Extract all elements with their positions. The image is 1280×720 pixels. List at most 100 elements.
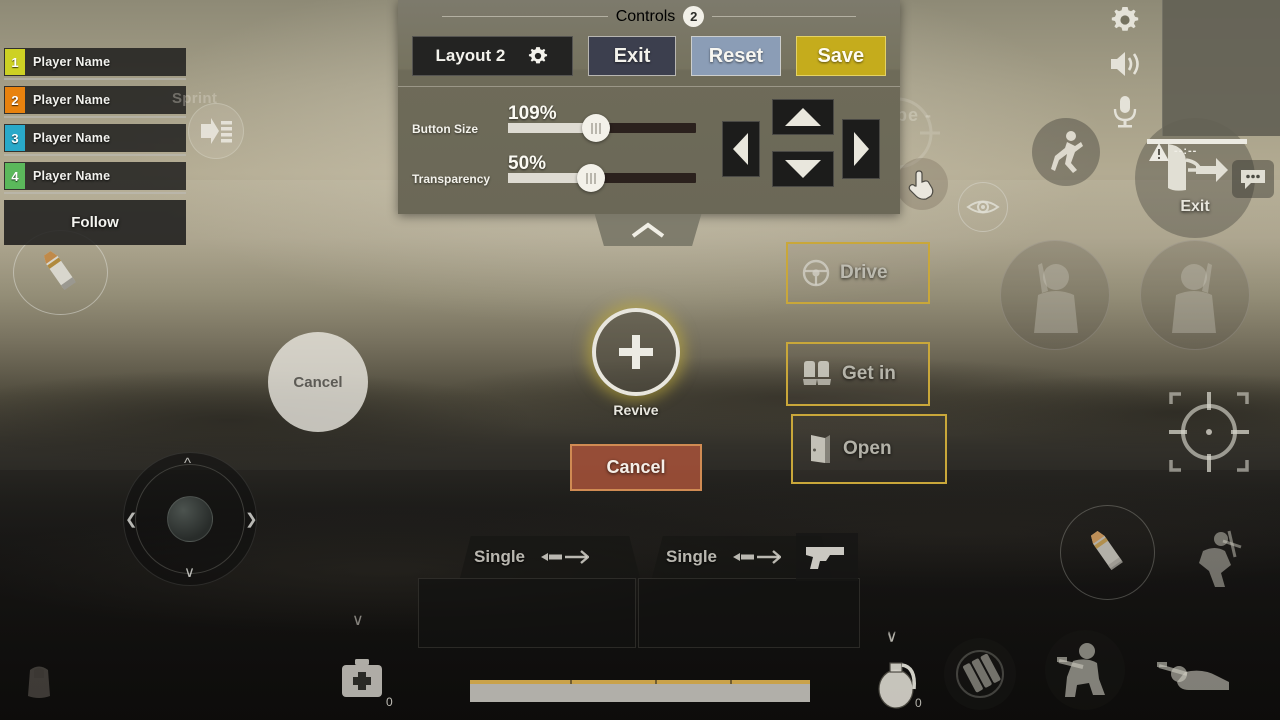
panel-collapse-handle[interactable]	[594, 214, 702, 246]
move-right-button[interactable]	[842, 119, 880, 179]
move-down-button[interactable]	[772, 151, 834, 187]
weapon-slot-chevron-icon: ∨	[886, 628, 898, 645]
team-member-row[interactable]: 2 Player Name	[4, 86, 186, 118]
peek-left-button[interactable]	[1000, 240, 1110, 350]
revive-button[interactable]	[592, 308, 680, 396]
header-rule-left	[441, 16, 608, 17]
joystick-knob[interactable]	[167, 496, 213, 542]
crouch-button[interactable]	[1045, 630, 1125, 710]
triangle-right-icon	[854, 132, 869, 166]
panel-divider	[398, 86, 900, 87]
button-size-slider-knob[interactable]	[582, 114, 611, 142]
microphone-button[interactable]	[1110, 94, 1140, 128]
team-member-name: Player Name	[33, 55, 111, 69]
revive-group: Revive	[590, 308, 682, 418]
team-member-number: 4	[5, 163, 25, 189]
get-in-label: Get in	[842, 363, 896, 384]
prone-icon	[1157, 662, 1229, 690]
bullet-arrow-icon	[733, 550, 782, 564]
transparency-label: Transparency	[412, 172, 491, 186]
movement-joystick[interactable]: ^ ❮ ❯ ∨	[123, 452, 258, 586]
open-button[interactable]: Open	[791, 414, 947, 484]
peek-eye-button[interactable]	[958, 182, 1008, 232]
team-member-name: Player Name	[33, 93, 111, 107]
steering-wheel-icon	[802, 259, 830, 287]
pistol-icon	[806, 547, 844, 569]
drive-button[interactable]: Drive	[786, 242, 930, 304]
exit-label: Exit	[613, 44, 651, 67]
cancel-button-label: Cancel	[606, 457, 666, 477]
button-size-slider[interactable]	[508, 114, 696, 142]
grenade-count: 0	[915, 696, 922, 710]
save-button[interactable]: Save	[795, 36, 887, 76]
move-left-button[interactable]	[722, 121, 760, 177]
transparency-value: 50%	[508, 153, 547, 174]
chat-button[interactable]	[1232, 160, 1274, 198]
get-in-button[interactable]: Get in	[786, 342, 930, 406]
warning-icon	[1148, 142, 1170, 162]
controls-panel-adjusters: Button Size 109% Transparency 50%	[398, 99, 900, 199]
controls-panel-actions: Layout 2 Exit Reset Save	[398, 36, 900, 86]
weapon-slot-3-pistol[interactable]	[796, 533, 858, 581]
speaker-icon	[1111, 52, 1139, 76]
team-member-name: Player Name	[33, 131, 111, 145]
move-up-button[interactable]	[772, 99, 834, 135]
follow-button[interactable]: Follow	[4, 200, 186, 245]
sprint-glyph-icon	[201, 118, 232, 144]
weapon-2-fire-mode: Single	[666, 547, 718, 566]
team-member-number: 2	[5, 87, 25, 113]
reset-button[interactable]: Reset	[691, 36, 781, 76]
weapon-slot-1-header[interactable]: Single	[460, 536, 640, 578]
vault-icon	[1199, 530, 1242, 587]
team-member-row[interactable]: 1 Player Name	[4, 48, 186, 80]
minimap[interactable]	[1162, 0, 1280, 136]
layout-selector-button[interactable]: Layout 2	[412, 36, 573, 76]
team-member-row[interactable]: 4 Player Name	[4, 162, 186, 194]
exit-button[interactable]: Exit	[587, 36, 677, 76]
team-member-row[interactable]: 3 Player Name	[4, 124, 186, 156]
reset-label: Reset	[708, 44, 764, 67]
ammo-button[interactable]	[1060, 505, 1155, 600]
hand-tap-button[interactable]	[896, 158, 948, 210]
weapon-slot-1-body[interactable]	[418, 578, 636, 648]
team-member-number: 1	[5, 49, 25, 75]
team-member-number: 3	[5, 125, 25, 151]
medkit-chevron-icon: ∨	[352, 612, 364, 629]
crosshair-button[interactable]	[1165, 388, 1253, 476]
run-button[interactable]	[1032, 118, 1100, 186]
weapon-slot-2-body[interactable]	[638, 578, 860, 648]
transparency-slider-knob[interactable]	[576, 164, 605, 192]
crouch-icon	[1057, 643, 1105, 697]
drive-label: Drive	[840, 262, 888, 283]
prone-button[interactable]	[1155, 648, 1235, 708]
gear-icon	[1111, 6, 1139, 31]
sprint-icon[interactable]	[188, 103, 244, 159]
team-list: 1 Player Name 2 Player Name 3 Player Nam…	[4, 48, 186, 200]
save-label: Save	[817, 44, 865, 67]
weapon-1-fire-mode: Single	[474, 547, 526, 566]
cancel-circle-button[interactable]: Cancel	[268, 332, 368, 432]
button-size-slider-row: Button Size 109%	[412, 99, 696, 149]
bullet-arrow-icon	[541, 550, 590, 564]
cancel-button[interactable]: Cancel	[570, 444, 702, 491]
transparency-slider[interactable]	[508, 164, 696, 192]
medkit-count: 0	[386, 695, 393, 709]
speaker-button[interactable]	[1108, 48, 1142, 80]
controls-panel: Controls 2 Layout 2 Exit Reset Save Butt…	[398, 0, 900, 214]
reload-button[interactable]	[944, 638, 1016, 710]
vault-button[interactable]	[1185, 527, 1251, 593]
settings-button[interactable]	[1109, 4, 1141, 36]
revive-label: Revive	[613, 402, 659, 418]
microphone-icon	[1113, 96, 1137, 128]
door-icon	[811, 435, 830, 463]
layout-label: Layout 2	[435, 46, 506, 65]
exit-vehicle-label: Exit	[1180, 198, 1210, 215]
backpack-icon[interactable]	[22, 662, 56, 700]
cancel-circle-label: Cancel	[293, 373, 343, 391]
medkit-button[interactable]	[338, 655, 386, 703]
button-size-label: Button Size	[412, 122, 478, 136]
hand-tap-icon	[908, 170, 934, 200]
triangle-up-icon	[785, 108, 821, 126]
peek-right-button[interactable]	[1140, 240, 1250, 350]
peek-right-icon	[1172, 263, 1216, 333]
